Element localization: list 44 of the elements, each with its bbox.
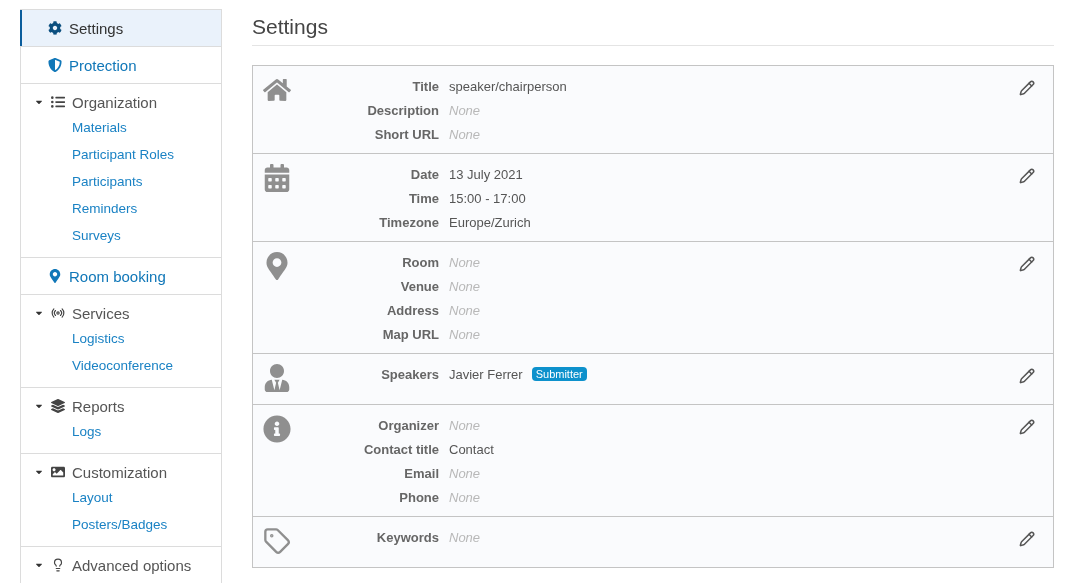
field-value: 15:00 - 17:00 <box>449 190 526 206</box>
field-label: Speakers <box>380 366 439 382</box>
field-label: Room <box>401 254 439 270</box>
field-value: None <box>449 465 481 481</box>
sidebar-subitem[interactable]: Posters/Badges <box>72 511 221 538</box>
field-label: Address <box>385 302 439 318</box>
field-label: Phone <box>398 489 439 505</box>
field-label: Time <box>407 190 439 206</box>
field-label: Description <box>366 102 439 118</box>
field-value: Contact <box>449 441 494 457</box>
field-label: Contact title <box>362 441 439 457</box>
sidebar-subitem[interactable]: Participants <box>72 168 221 195</box>
role-badge: Submitter <box>531 367 587 381</box>
sidebar-subitem[interactable]: Reminders <box>72 195 221 222</box>
field-value: 13 July 2021 <box>449 166 523 182</box>
field-label: Venue <box>399 278 439 294</box>
field-label: Timezone <box>378 214 439 230</box>
sidebar-item[interactable]: Protection <box>20 47 221 83</box>
field-value: None <box>449 489 481 505</box>
sidebar-item[interactable]: Settings <box>20 10 221 46</box>
field-label: Map URL <box>381 326 439 342</box>
field-value: Europe/Zurich <box>449 214 531 230</box>
field-value: None <box>449 278 481 294</box>
field-value: None <box>449 529 481 545</box>
field-value: Javier Ferrer <box>449 366 523 382</box>
field-label: Email <box>403 465 439 481</box>
sidebar-subitem[interactable]: Surveys <box>72 222 221 249</box>
sidebar-item[interactable]: Advanced options <box>20 547 221 583</box>
sidebar-subitem[interactable]: Participant Roles <box>72 141 221 168</box>
field-value: None <box>449 326 481 342</box>
field-value: None <box>449 126 481 142</box>
field-label: Title <box>411 78 439 94</box>
field-value: None <box>449 102 481 118</box>
sidebar-subitem[interactable]: Videoconference <box>72 352 221 379</box>
field-label: Date <box>409 166 439 182</box>
field-value: None <box>449 254 481 270</box>
field-label: Short URL <box>373 126 439 142</box>
field-value: speaker/chairperson <box>449 78 567 94</box>
field-value: None <box>449 302 481 318</box>
sidebar-item[interactable]: Room booking <box>20 258 221 294</box>
field-value: None <box>449 417 481 433</box>
field-label: Organizer <box>377 417 439 433</box>
page-title: Settings <box>252 15 1054 46</box>
field-label: Keywords <box>375 529 439 545</box>
